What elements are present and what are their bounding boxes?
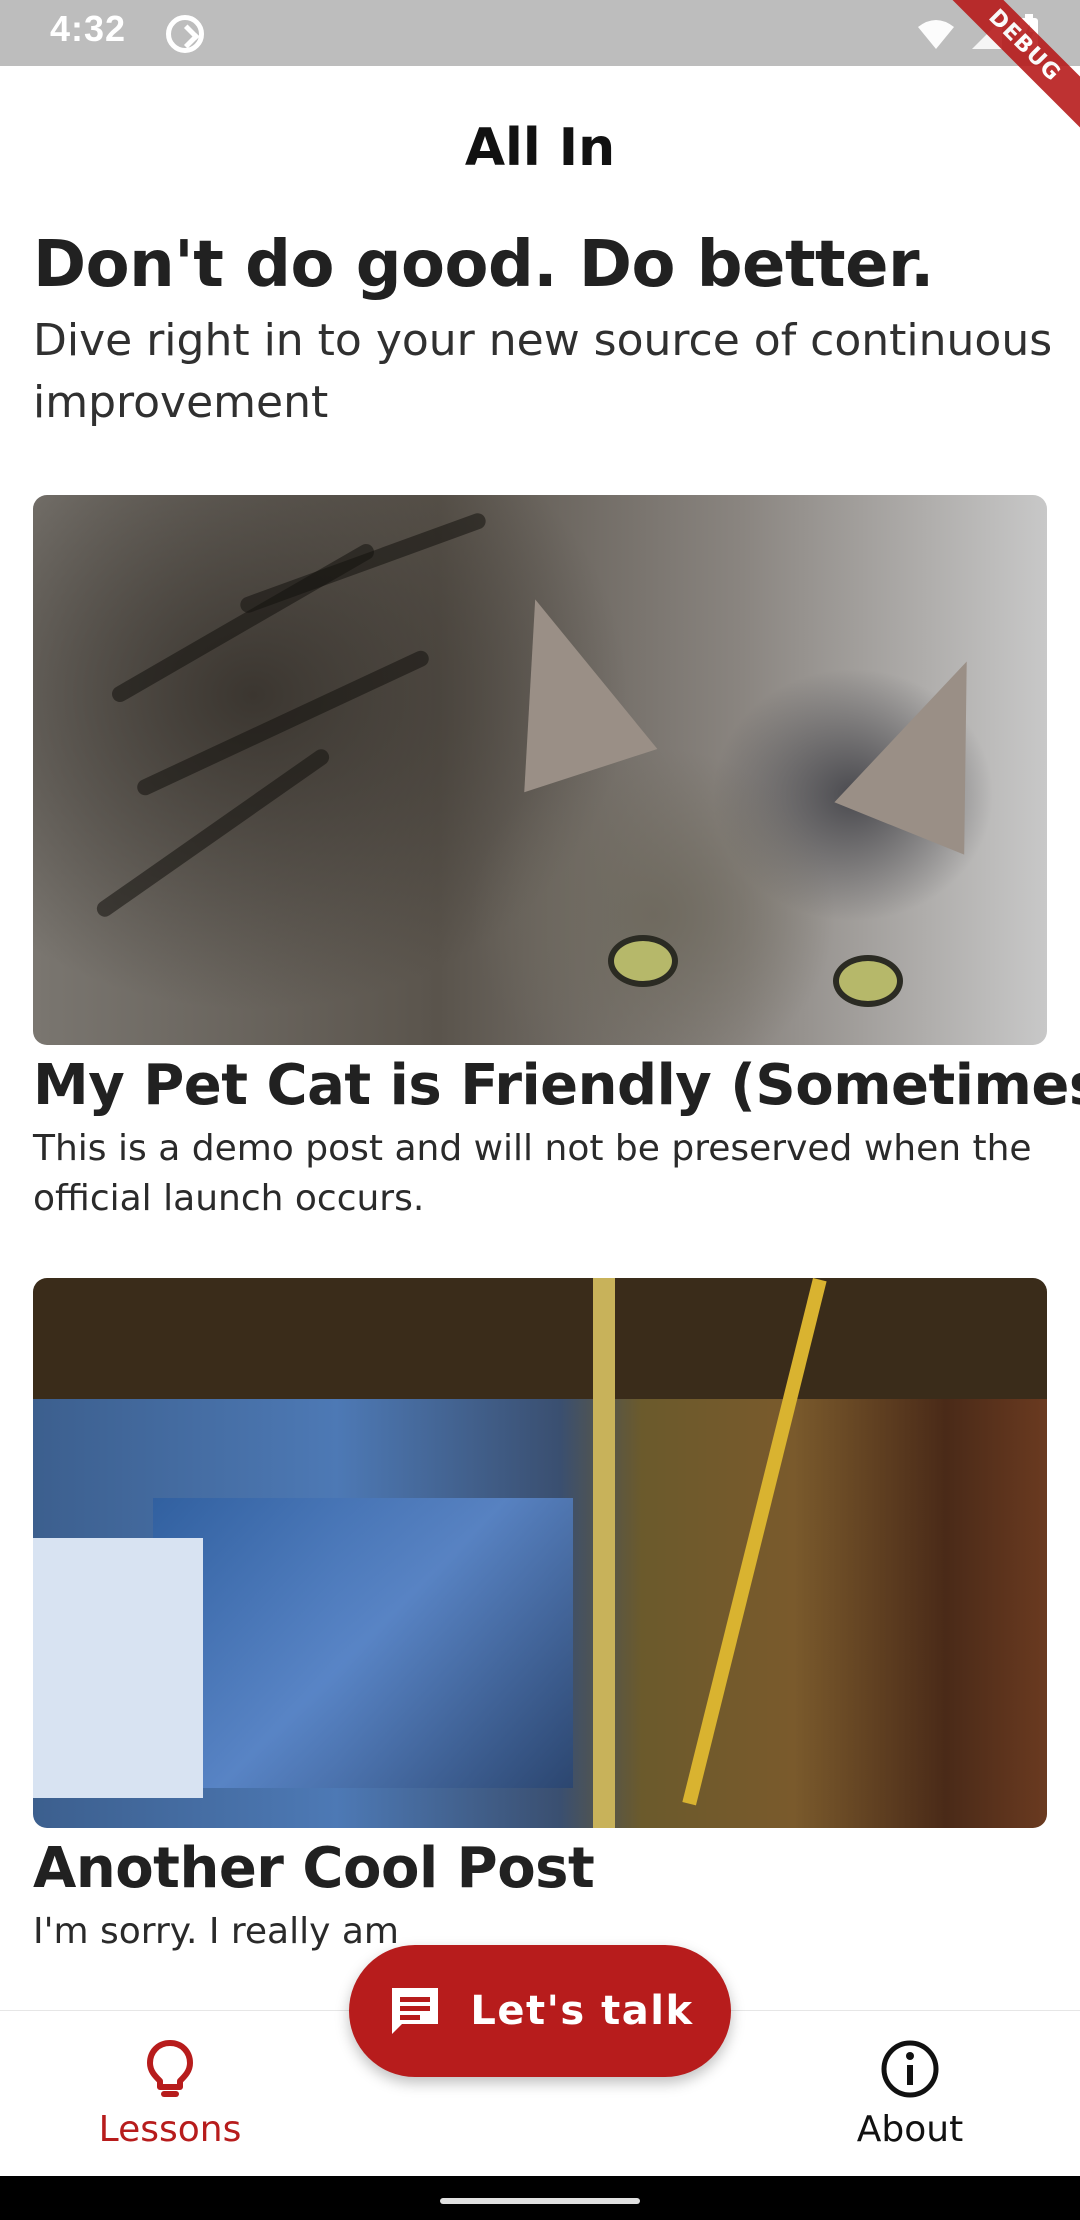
wifi-icon <box>918 20 954 49</box>
home-gesture-handle[interactable] <box>440 2198 640 2204</box>
lightbulb-icon <box>147 2040 193 2097</box>
status-bar: 4:32 DEBUG <box>0 0 1080 137</box>
chat-icon <box>392 1988 439 2034</box>
nav-item-about[interactable]: About <box>800 2037 1020 2150</box>
info-icon <box>881 2040 939 2098</box>
nav-item-lessons[interactable]: Lessons <box>60 2037 280 2150</box>
nav-label-lessons: Lessons <box>98 2109 242 2150</box>
post-image-cat <box>33 495 1047 1045</box>
app-bar: All In <box>0 66 1080 224</box>
post-card[interactable]: Another Cool Post I'm sorry. I really am <box>33 1278 1047 1957</box>
post-image-desk <box>33 1278 1047 1828</box>
app-notification-icon <box>166 15 204 53</box>
hero-title: Don't do good. Do better. <box>33 228 934 302</box>
post-body: This is a demo post and will not be pres… <box>33 1128 1032 1219</box>
lets-talk-fab[interactable]: Let's talk <box>349 1945 731 2077</box>
app-title: All In <box>464 118 616 178</box>
post-title: My Pet Cat is Friendly (Sometimes) <box>33 1053 1080 1118</box>
post-title: Another Cool Post <box>33 1836 595 1901</box>
nav-label-about: About <box>856 2109 964 2150</box>
hero-subtitle: Dive right in to your new source of cont… <box>33 315 1053 428</box>
status-time: 4:32 <box>50 8 127 49</box>
post-card[interactable]: My Pet Cat is Friendly (Sometimes) This … <box>33 495 1080 1224</box>
fab-label: Let's talk <box>470 1988 694 2034</box>
system-navigation-bar <box>0 2176 1080 2220</box>
